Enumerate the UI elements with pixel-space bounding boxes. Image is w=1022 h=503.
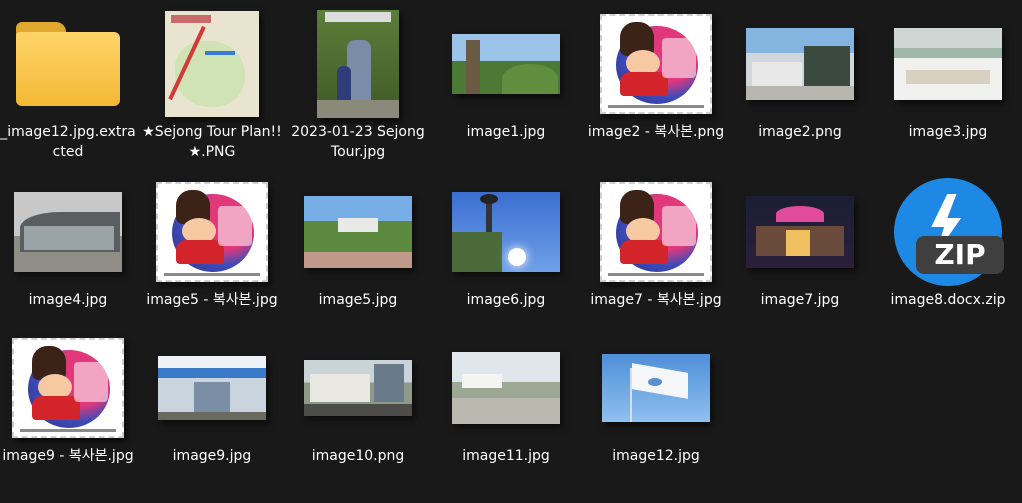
file-name: image3.jpg <box>908 124 988 140</box>
file-name: image9 - 복사본.jpg <box>2 448 134 464</box>
file-item[interactable]: image2 - 복사본.png <box>586 8 726 142</box>
file-item[interactable]: image11.jpg <box>436 332 576 466</box>
zip-archive-icon: ZIP <box>894 178 1004 286</box>
file-item[interactable]: _image12.jpg.extracted <box>0 8 138 162</box>
photo-thumbnail <box>158 356 266 420</box>
photo-thumbnail <box>452 192 560 272</box>
file-name: image8.docx.zip <box>890 292 1006 308</box>
file-item[interactable]: 2023-01-23 Sejong Tour.jpg <box>288 8 428 162</box>
file-name: image1.jpg <box>466 124 546 140</box>
file-name: image7.jpg <box>760 292 840 308</box>
file-item[interactable]: image7.jpg <box>730 176 870 310</box>
file-name: image4.jpg <box>28 292 108 308</box>
photo-thumbnail <box>602 354 710 422</box>
file-name: image7 - 복사본.jpg <box>590 292 722 308</box>
photo-thumbnail <box>14 192 122 272</box>
file-item[interactable]: image1.jpg <box>436 8 576 142</box>
photo-thumbnail <box>304 196 412 268</box>
file-item[interactable]: image2.png <box>730 8 870 142</box>
mascot-thumbnail <box>156 182 268 282</box>
file-item[interactable]: image5 - 복사본.jpg <box>142 176 282 310</box>
photo-thumbnail <box>452 34 560 94</box>
map-thumbnail <box>165 11 259 117</box>
file-name: image12.jpg <box>612 448 700 464</box>
file-name: image2 - 복사본.png <box>587 124 725 140</box>
photo-thumbnail <box>452 352 560 424</box>
file-item[interactable]: image6.jpg <box>436 176 576 310</box>
folder-icon <box>16 22 120 106</box>
file-item[interactable]: image5.jpg <box>288 176 428 310</box>
file-name: image6.jpg <box>466 292 546 308</box>
mascot-thumbnail <box>600 14 712 114</box>
mascot-thumbnail <box>12 338 124 438</box>
file-name: image10.png <box>311 448 405 464</box>
file-item[interactable]: image9.jpg <box>142 332 282 466</box>
file-name: 2023-01-23 Sejong Tour.jpg <box>291 124 425 160</box>
photo-thumbnail <box>746 196 854 268</box>
file-name: image5.jpg <box>318 292 398 308</box>
photo-thumbnail <box>894 28 1002 100</box>
file-name: image9.jpg <box>172 448 252 464</box>
file-name: image2.png <box>758 124 842 140</box>
file-item[interactable]: ★Sejong Tour Plan!!★.PNG <box>142 8 282 162</box>
file-name: ★Sejong Tour Plan!!★.PNG <box>142 124 282 160</box>
file-item[interactable]: image9 - 복사본.jpg <box>0 332 138 466</box>
photo-thumbnail <box>304 360 412 416</box>
file-item[interactable]: image12.jpg <box>586 332 726 466</box>
file-name: image5 - 복사본.jpg <box>146 292 278 308</box>
file-item[interactable]: ZIP image8.docx.zip <box>878 176 1018 310</box>
file-item[interactable]: image3.jpg <box>878 8 1018 142</box>
file-name: _image12.jpg.extracted <box>0 124 136 160</box>
photo-thumbnail <box>746 28 854 100</box>
file-item[interactable]: image7 - 복사본.jpg <box>586 176 726 310</box>
photo-thumbnail <box>317 10 399 118</box>
file-item[interactable]: image10.png <box>288 332 428 466</box>
zip-badge: ZIP <box>916 236 1004 274</box>
file-name: image11.jpg <box>462 448 550 464</box>
mascot-thumbnail <box>600 182 712 282</box>
file-item[interactable]: image4.jpg <box>0 176 138 310</box>
